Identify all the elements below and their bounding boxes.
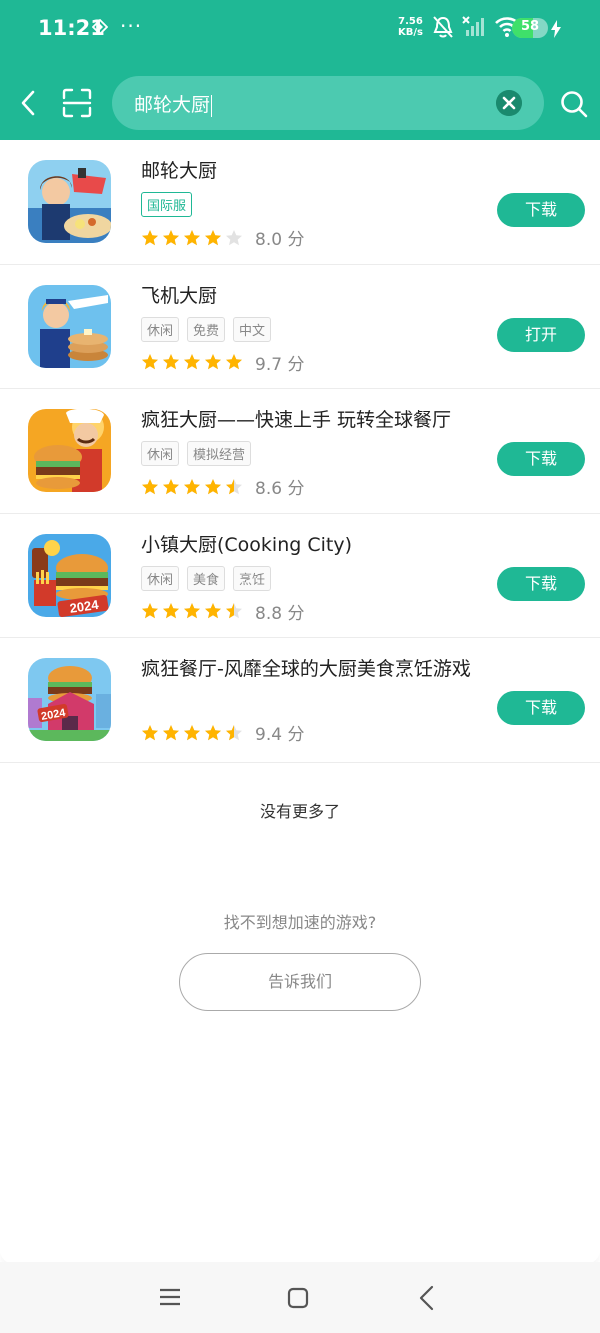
app-icon-crazy-chef[interactable] <box>28 409 111 492</box>
app-tag: 模拟经营 <box>187 441 252 466</box>
app-tag: 休闲 <box>141 316 180 342</box>
app-tags: 休闲 美食 烹饪 <box>141 565 272 591</box>
star-full-icon <box>184 229 200 245</box>
star-full-icon <box>163 478 179 494</box>
star-full-icon <box>184 354 200 370</box>
rating-stars <box>141 478 243 496</box>
star-full-icon <box>163 603 179 619</box>
star-half-icon <box>226 724 242 740</box>
home-icon[interactable] <box>287 1287 309 1309</box>
text-cursor <box>211 94 213 117</box>
star-full-icon <box>142 478 158 494</box>
star-half-icon <box>226 603 242 619</box>
search-results-list: 邮轮大厨 国际服 8.0 分 下载 飞机大厨 休闲 免费 中文 9.7 分 打开… <box>0 140 600 763</box>
list-item[interactable]: 邮轮大厨 国际服 8.0 分 下载 <box>0 140 600 265</box>
star-full-icon <box>184 724 200 740</box>
star-full-icon <box>142 354 158 370</box>
clear-search-icon[interactable] <box>496 90 522 116</box>
app-icon-airplane-chef[interactable] <box>28 284 111 368</box>
star-full-icon <box>184 603 200 619</box>
end-of-list-text: 没有更多了 <box>259 802 340 821</box>
rating-stars <box>141 353 243 371</box>
app-tag: 烹饪 <box>233 565 272 591</box>
cant-find-prompt: 找不到想加速的游戏? <box>223 913 377 932</box>
star-full-icon <box>142 603 158 619</box>
app-tag: 休闲 <box>141 441 180 466</box>
app-tags: 国际服 <box>141 192 193 217</box>
star-full-icon <box>163 354 179 370</box>
download-button[interactable]: 下载 <box>497 193 585 227</box>
app-name[interactable]: 疯狂餐厅-风靡全球的大厨美食烹饪游戏 <box>141 654 471 681</box>
mute-bell-icon <box>433 16 453 38</box>
app-rating: 9.4 分 <box>141 720 304 745</box>
charging-bolt-icon <box>551 20 561 38</box>
star-full-icon <box>226 354 242 370</box>
star-full-icon <box>142 229 158 245</box>
app-tag: 中文 <box>233 316 272 342</box>
app-icon-crazy-restaurant[interactable]: 2024 <box>28 658 111 741</box>
back-arrow-icon[interactable] <box>16 89 40 117</box>
app-score: 8.6 分 <box>255 479 305 499</box>
rating-stars <box>141 602 243 620</box>
star-full-icon <box>205 229 221 245</box>
app-tag: 休闲 <box>141 565 180 591</box>
list-item[interactable]: 飞机大厨 休闲 免费 中文 9.7 分 打开 <box>0 265 600 389</box>
scan-icon[interactable] <box>62 88 92 118</box>
app-rating: 8.8 分 <box>141 599 304 624</box>
app-rating: 8.0 分 <box>141 225 304 250</box>
app-name[interactable]: 疯狂大厨——快速上手 玩转全球餐厅 <box>141 405 451 432</box>
status-bar: 11:21 ··· 7.56 KB/s 58 <box>0 0 600 60</box>
app-name[interactable]: 飞机大厨 <box>141 281 217 308</box>
search-icon[interactable] <box>560 90 588 118</box>
star-full-icon <box>163 229 179 245</box>
app-score: 9.7 分 <box>255 354 305 375</box>
rating-stars <box>141 724 243 742</box>
star-empty-icon <box>226 229 242 245</box>
battery-indicator: 58 <box>512 18 548 38</box>
search-input[interactable]: 邮轮大厨 <box>112 76 544 130</box>
star-full-icon <box>142 724 158 740</box>
app-rating: 9.7 分 <box>141 350 304 375</box>
network-speed: 7.56 KB/s <box>398 16 423 38</box>
list-item[interactable]: 2024 疯狂餐厅-风靡全球的大厨美食烹饪游戏 9.4 分 下载 <box>0 638 600 763</box>
download-button[interactable]: 下载 <box>497 566 585 601</box>
tell-us-button[interactable]: 告诉我们 <box>179 953 421 1011</box>
star-full-icon <box>184 478 200 494</box>
signal-no-sim-icon <box>462 16 484 36</box>
app-tag: 美食 <box>187 565 226 591</box>
download-button[interactable]: 下载 <box>497 442 585 476</box>
top-bar: 11:21 ··· 7.56 KB/s 58 邮轮大厨 <box>0 0 600 140</box>
list-item[interactable]: 2024 小镇大厨(Cooking City) 休闲 美食 烹饪 8.8 分 下… <box>0 514 600 638</box>
app-icon-cooking-city[interactable]: 2024 <box>28 533 111 617</box>
star-half-icon <box>226 478 242 494</box>
app-tag: 国际服 <box>141 192 193 217</box>
app-tags: 休闲 免费 中文 <box>141 316 272 342</box>
recent-apps-icon[interactable] <box>159 1286 181 1308</box>
star-full-icon <box>163 724 179 740</box>
system-back-icon[interactable] <box>417 1285 435 1311</box>
app-score: 9.4 分 <box>255 725 305 745</box>
rating-stars <box>141 229 243 247</box>
navigation-diamond-icon <box>92 19 108 35</box>
app-score: 8.0 分 <box>255 230 305 250</box>
app-name[interactable]: 小镇大厨(Cooking City) <box>141 530 352 557</box>
app-score: 8.8 分 <box>255 603 305 624</box>
app-name[interactable]: 邮轮大厨 <box>141 156 217 183</box>
star-full-icon <box>205 724 221 740</box>
download-button[interactable]: 下载 <box>497 691 585 725</box>
app-rating: 8.6 分 <box>141 474 304 499</box>
search-query-text: 邮轮大厨 <box>134 94 211 116</box>
open-button[interactable]: 打开 <box>497 317 585 352</box>
app-tag: 免费 <box>187 316 226 342</box>
star-full-icon <box>205 603 221 619</box>
app-tags: 休闲 模拟经营 <box>141 441 252 466</box>
system-nav-bar <box>0 1262 600 1333</box>
star-full-icon <box>205 354 221 370</box>
list-item[interactable]: 疯狂大厨——快速上手 玩转全球餐厅 休闲 模拟经营 8.6 分 下载 <box>0 389 600 514</box>
more-notifications-icon: ··· <box>120 14 143 38</box>
star-full-icon <box>205 478 221 494</box>
app-icon-cruise-chef[interactable] <box>28 160 111 243</box>
